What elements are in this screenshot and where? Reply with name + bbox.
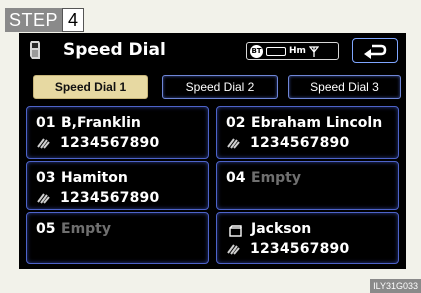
return-arrow-icon	[364, 44, 387, 59]
phone-number: 1234567890	[60, 135, 160, 151]
empty-slot-label: Empty	[251, 170, 301, 186]
tab-speed-dial-2[interactable]: Speed Dial 2	[162, 75, 278, 99]
speed-dial-entry-02[interactable]: 02 Ebraham Lincoln 1234567890	[216, 106, 399, 159]
phone-number: 1234567890	[250, 241, 350, 257]
contact-name: Hamiton	[61, 170, 128, 186]
speed-dial-entry-jackson[interactable]: Jackson 1234567890	[216, 212, 399, 264]
home-phone-icon	[229, 225, 242, 237]
mobile-phone-icon	[30, 41, 40, 59]
mobile-phone-icon	[37, 193, 50, 204]
slot-number: 04	[226, 170, 246, 186]
speed-dial-entry-01[interactable]: 01 B,Franklin 1234567890	[26, 106, 209, 159]
contact-name: Ebraham Lincoln	[251, 115, 383, 131]
mobile-phone-icon	[227, 138, 240, 149]
header: Speed Dial BT Hm	[19, 33, 406, 67]
contact-name: Jackson	[251, 221, 312, 237]
speed-dial-screen: Speed Dial BT Hm Speed Dial 1 Speed Dial…	[19, 33, 406, 269]
slot-number: 03	[36, 170, 56, 186]
phone-number-row: 1234567890	[226, 240, 349, 258]
phone-number: 1234567890	[250, 135, 350, 151]
home-network-label: Hm	[289, 46, 306, 56]
phone-number-row: 1234567890	[36, 134, 159, 152]
slot-number: 05	[36, 221, 56, 237]
tab-speed-dial-3[interactable]: Speed Dial 3	[288, 75, 401, 99]
speed-dial-entry-03[interactable]: 03 Hamiton 1234567890	[26, 161, 209, 210]
empty-slot-label: Empty	[61, 221, 111, 237]
image-code-label: ILY31G033	[370, 279, 421, 293]
mobile-phone-icon	[227, 244, 240, 255]
step-text: STEP	[5, 8, 63, 32]
phone-status-indicator: BT Hm	[246, 42, 339, 60]
step-label: STEP 4	[5, 8, 85, 32]
contact-name: B,Franklin	[61, 115, 141, 131]
slot-number: 01	[36, 115, 56, 131]
battery-icon	[266, 46, 286, 56]
back-button[interactable]	[352, 38, 398, 63]
antenna-signal-icon	[308, 45, 319, 57]
page-title: Speed Dial	[63, 40, 166, 60]
speed-dial-entry-04[interactable]: 04 Empty	[216, 161, 399, 210]
phone-number-row: 1234567890	[226, 134, 349, 152]
tab-speed-dial-1[interactable]: Speed Dial 1	[33, 75, 148, 99]
speed-dial-tabs: Speed Dial 1 Speed Dial 2 Speed Dial 3	[31, 75, 401, 99]
bluetooth-icon: BT	[250, 44, 263, 58]
speed-dial-entry-05[interactable]: 05 Empty	[26, 212, 209, 264]
phone-number: 1234567890	[60, 190, 160, 206]
phone-number-row: 1234567890	[36, 189, 159, 207]
slot-number: 02	[226, 115, 246, 131]
step-number: 4	[62, 8, 85, 32]
mobile-phone-icon	[37, 138, 50, 149]
